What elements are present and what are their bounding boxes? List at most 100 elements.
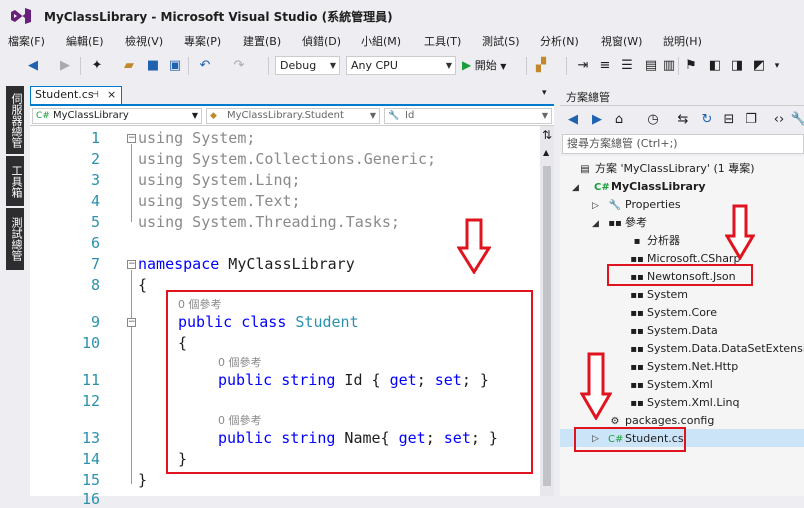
- chevron-down-icon: ▼: [329, 61, 336, 70]
- comment-icon[interactable]: ▤: [642, 57, 660, 75]
- expand-arrow-icon[interactable]: ◢: [592, 219, 599, 229]
- type-nav-value: MyClassLibrary.Student: [227, 110, 344, 121]
- step-icon[interactable]: ⇥: [574, 57, 592, 75]
- bookmark-clear-icon[interactable]: ◩: [750, 57, 768, 75]
- property-wrench-icon: 🔧: [388, 111, 400, 121]
- line-number: 11: [81, 371, 100, 389]
- tree-node-reference[interactable]: ▪▪ System.Xml.Linq: [630, 394, 739, 411]
- scroll-thumb[interactable]: [543, 166, 551, 486]
- line-number: 12: [81, 392, 100, 410]
- sync-icon[interactable]: ⇆: [674, 111, 692, 129]
- test-explorer-tab[interactable]: 測試總管: [6, 208, 24, 270]
- history-icon[interactable]: ◷: [644, 111, 662, 129]
- menu-item[interactable]: 編輯(E): [66, 33, 104, 49]
- project-nav-combo[interactable]: C# MyClassLibrary ▼: [32, 108, 202, 124]
- refresh-icon[interactable]: ↻: [698, 111, 716, 129]
- menu-item[interactable]: 分析(N): [540, 33, 579, 49]
- fold-collapse-icon[interactable]: −: [127, 318, 136, 327]
- toolbar-overflow-icon[interactable]: ▾: [768, 57, 786, 75]
- forward-icon[interactable]: ▶: [56, 57, 74, 75]
- code-line-8: {: [138, 276, 148, 294]
- chevron-down-icon: ▼: [445, 61, 452, 70]
- collapse-all-icon[interactable]: ⊟: [720, 111, 738, 129]
- find-icon[interactable]: ▞: [532, 57, 550, 75]
- fold-guide: [131, 144, 132, 222]
- tree-node-references[interactable]: ▪▪ 參考: [608, 214, 647, 231]
- menu-item[interactable]: 工具(T): [424, 33, 461, 49]
- configuration-combo[interactable]: Debug ▼: [275, 56, 340, 75]
- bookmark-prev-icon[interactable]: ◧: [706, 57, 724, 75]
- forward-icon[interactable]: ▶: [588, 111, 606, 129]
- tree-node-project[interactable]: C#MyClassLibrary: [594, 178, 706, 195]
- close-icon[interactable]: ×: [107, 87, 116, 103]
- chevron-down-icon: ▼: [191, 111, 198, 120]
- split-icon[interactable]: ⇅: [542, 128, 552, 142]
- expand-arrow-icon[interactable]: ◢: [572, 183, 579, 193]
- line-number: 1: [90, 129, 100, 147]
- menu-item[interactable]: 視窗(W): [601, 33, 642, 49]
- highlight-box-student-cs: [574, 427, 686, 452]
- toolbox-tab[interactable]: 工具箱: [6, 156, 24, 206]
- show-all-files-icon[interactable]: ❐: [742, 111, 760, 129]
- menu-item[interactable]: 說明(H): [663, 33, 702, 49]
- collapse-arrow-icon[interactable]: ▷: [592, 201, 599, 211]
- tab-student-cs[interactable]: Student.cs ⊣ ×: [30, 86, 122, 104]
- solution-explorer-search-input[interactable]: 搜尋方案總管 (Ctrl+;): [562, 134, 804, 154]
- undo-icon[interactable]: ↶: [196, 57, 214, 75]
- line-number: 16: [81, 490, 100, 508]
- back-icon[interactable]: ◀: [24, 57, 42, 75]
- save-all-icon[interactable]: ▣: [166, 57, 184, 75]
- toolbar: ◀ ▶ ✦ ▰ ■ ▣ ↶ ↷ Debug ▼ Any CPU ▼ ▶ 開始 ▼ ▞…: [0, 52, 804, 80]
- new-item-icon[interactable]: ✦: [88, 57, 106, 75]
- align-icon[interactable]: ☰: [618, 57, 636, 75]
- properties-icon[interactable]: 🔧: [790, 111, 804, 129]
- indent-icon[interactable]: ≡: [596, 57, 614, 75]
- tree-node-label: System.Data: [647, 324, 718, 337]
- tree-node-properties[interactable]: 🔧 Properties: [608, 196, 681, 213]
- back-icon[interactable]: ◀: [564, 111, 582, 129]
- code-line-5: using System.Threading.Tasks;: [138, 213, 400, 231]
- menu-item[interactable]: 小組(M): [361, 33, 401, 49]
- tree-node-reference[interactable]: ▪▪ System.Core: [630, 304, 717, 321]
- start-button[interactable]: ▶ 開始 ▼: [462, 56, 522, 75]
- tree-node-reference[interactable]: ▪▪ System.Xml: [630, 376, 713, 393]
- solution-explorer-header: 方案總管: [560, 86, 804, 106]
- line-number: 2: [90, 150, 100, 168]
- tree-node-label: 方案 'MyClassLibrary' (1 專案): [595, 162, 755, 175]
- menu-item[interactable]: 檔案(F): [8, 33, 45, 49]
- tree-node-reference[interactable]: ▪▪ System.Data: [630, 322, 718, 339]
- menu-item[interactable]: 建置(B): [243, 33, 281, 49]
- tree-node-solution[interactable]: ▤ 方案 'MyClassLibrary' (1 專案): [578, 160, 755, 177]
- fold-collapse-icon[interactable]: −: [127, 260, 136, 269]
- scroll-up-icon[interactable]: ▲: [543, 148, 549, 157]
- server-explorer-tab[interactable]: 伺服器總管: [6, 86, 24, 154]
- menu-item[interactable]: 檢視(V): [125, 33, 163, 49]
- platform-combo[interactable]: Any CPU ▼: [346, 56, 456, 75]
- tree-node-reference[interactable]: ▪ 分析器: [630, 232, 680, 249]
- reference-icon: ▪▪: [630, 362, 644, 373]
- bookmark-icon[interactable]: ⚑: [682, 57, 700, 75]
- tree-node-reference[interactable]: ▪▪System.Data.DataSetExtensions: [630, 340, 804, 357]
- line-number: 13: [81, 429, 100, 447]
- line-number: 3: [90, 171, 100, 189]
- bookmark-next-icon[interactable]: ◨: [728, 57, 746, 75]
- tree-node-reference[interactable]: ▪▪ System.Net.Http: [630, 358, 738, 375]
- menu-bar: 檔案(F) 編輯(E) 檢視(V) 專案(P) 建置(B) 偵錯(D) 小組(M) 工具(T)…: [0, 32, 804, 50]
- view-code-icon[interactable]: ‹›: [770, 111, 788, 129]
- uncomment-icon[interactable]: ▥: [660, 57, 678, 75]
- member-nav-combo[interactable]: 🔧 Id ▼: [384, 108, 552, 124]
- pin-icon[interactable]: ⊣: [91, 87, 99, 103]
- home-icon[interactable]: ⌂: [610, 111, 628, 129]
- redo-icon[interactable]: ↷: [230, 57, 248, 75]
- tab-overflow-icon[interactable]: ▾: [542, 88, 547, 98]
- menu-item[interactable]: 專案(P): [184, 33, 221, 49]
- editor-vertical-scrollbar[interactable]: ⇅ ▲: [540, 126, 554, 496]
- type-nav-combo[interactable]: ◆ MyClassLibrary.Student ▼: [206, 108, 380, 124]
- save-icon[interactable]: ■: [144, 57, 162, 75]
- menu-item[interactable]: 偵錯(D): [302, 33, 341, 49]
- menu-item[interactable]: 測試(S): [482, 33, 520, 49]
- fold-collapse-icon[interactable]: −: [127, 134, 136, 143]
- tree-node-reference[interactable]: ▪▪ System: [630, 286, 688, 303]
- open-folder-icon[interactable]: ▰: [120, 57, 138, 75]
- visual-studio-logo-icon: [11, 8, 31, 24]
